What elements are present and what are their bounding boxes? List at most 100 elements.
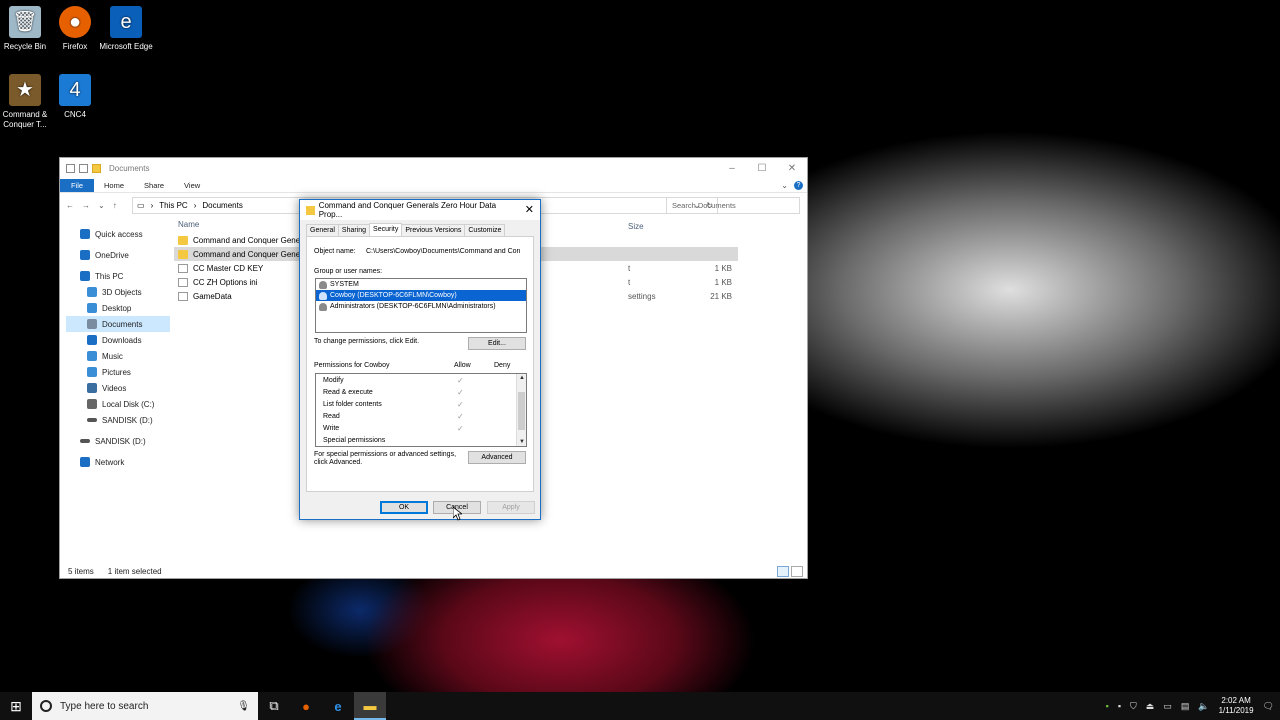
desktop-icon-cnc4[interactable]: 4 CNC4	[45, 74, 105, 120]
pc-icon	[80, 271, 90, 281]
tab-share[interactable]: Share	[134, 179, 174, 192]
file-type: t	[628, 263, 631, 273]
nav-item-music[interactable]: Music	[66, 348, 170, 364]
taskbar-search[interactable]: Type here to search 🎙	[32, 692, 258, 720]
nav-item-sandisk[interactable]: SANDISK (D:)	[66, 433, 170, 449]
advanced-button[interactable]: Advanced	[468, 451, 526, 464]
edge-taskbar-icon[interactable]: e	[322, 692, 354, 720]
nav-item-videos[interactable]: Videos	[66, 380, 170, 396]
cancel-button[interactable]: Cancel	[433, 501, 481, 514]
file-explorer-taskbar-icon[interactable]: ▬	[354, 692, 386, 720]
permission-row: List folder contents ✓	[316, 398, 526, 410]
help-icon[interactable]: ?	[794, 181, 803, 190]
edit-button[interactable]: Edit...	[468, 337, 526, 350]
taskbar: ⊞ Type here to search 🎙 ⧉ ● e ▬ ▪ ▪ ⛉ ⏏ …	[0, 692, 1280, 720]
scroll-up-icon[interactable]: ▲	[517, 375, 527, 381]
breadcrumb-documents[interactable]: Documents	[202, 201, 242, 210]
large-icons-view-icon[interactable]	[791, 566, 803, 577]
desktop-icon-edge[interactable]: e Microsoft Edge	[96, 6, 156, 52]
nav-item-label: Videos	[102, 383, 127, 393]
volume-icon[interactable]: 🔈	[1198, 701, 1209, 712]
document-icon	[178, 291, 188, 301]
tab-file[interactable]: File	[60, 179, 94, 192]
permissions-scrollbar[interactable]: ▲ ▼	[516, 374, 526, 446]
breadcrumb-this-pc[interactable]: This PC	[159, 201, 187, 210]
battery-tray-icon[interactable]: ▭	[1163, 701, 1172, 712]
nav-item-label: SANDISK (D:)	[95, 436, 146, 446]
pictures-icon	[87, 367, 97, 377]
nav-item-label: OneDrive	[95, 250, 129, 260]
user-name: Cowboy (DESKTOP-6C6FLMN\Cowboy)	[330, 292, 457, 299]
file-name: GameData	[193, 291, 232, 301]
folder-icon	[178, 235, 188, 245]
object-name-label: Object name:	[314, 248, 356, 255]
nav-item-desktop[interactable]: Desktop	[66, 300, 170, 316]
expand-ribbon-icon[interactable]: ⌄	[781, 181, 788, 190]
close-button[interactable]: ✕	[777, 163, 807, 174]
tab-home[interactable]: Home	[94, 179, 134, 192]
recent-locations-icon[interactable]: ⌄	[98, 201, 105, 210]
nvidia-tray-icon[interactable]: ▪	[1118, 701, 1121, 711]
status-bar: 5 items 1 item selected	[68, 567, 162, 576]
videos-icon	[87, 383, 97, 393]
check-icon: ✓	[457, 399, 464, 409]
command-conquer-icon: ★	[9, 74, 41, 106]
permission-label: Read & execute	[323, 388, 373, 396]
shield-tray-icon[interactable]: ⛉	[1130, 701, 1137, 712]
deny-header: Deny	[494, 362, 511, 369]
task-view-button[interactable]: ⧉	[258, 692, 290, 720]
column-header-size[interactable]: Size	[628, 222, 644, 231]
start-button[interactable]: ⊞	[0, 692, 32, 720]
up-icon[interactable]: ↑	[113, 201, 117, 210]
nav-item-network[interactable]: Network	[66, 454, 170, 470]
nav-item-pictures[interactable]: Pictures	[66, 364, 170, 380]
file-size: 21 KB	[710, 291, 732, 301]
list-item[interactable]: SYSTEM	[316, 279, 526, 290]
nav-item-local-disk[interactable]: Local Disk (C:)	[66, 396, 170, 412]
scroll-down-icon[interactable]: ▼	[517, 439, 527, 445]
nav-item-onedrive[interactable]: OneDrive	[66, 247, 170, 263]
nav-item-label: SANDISK (D:)	[102, 415, 153, 425]
change-permissions-text: To change permissions, click Edit.	[314, 338, 420, 345]
back-icon[interactable]: ←	[66, 201, 74, 210]
search-input[interactable]: Search Documents	[666, 197, 800, 214]
minimize-button[interactable]: –	[717, 163, 747, 174]
tab-security[interactable]: Security	[369, 223, 403, 237]
edge-icon: e	[110, 6, 142, 38]
permission-label: List folder contents	[323, 400, 382, 408]
folder-icon	[306, 205, 315, 215]
list-item[interactable]: Administrators (DESKTOP-6C6FLMN\Administ…	[316, 301, 526, 312]
dialog-close-button[interactable]: ✕	[519, 200, 540, 220]
ok-button[interactable]: OK	[380, 501, 428, 514]
apply-button[interactable]: Apply	[487, 501, 535, 514]
permissions-for-label: Permissions for Cowboy	[314, 362, 390, 369]
checkbox-icon[interactable]	[79, 164, 88, 173]
quick-access-toolbar	[66, 164, 101, 173]
allow-header: Allow	[454, 362, 471, 369]
app-tray-icon[interactable]: ▪	[1106, 701, 1109, 711]
nav-item-documents[interactable]: Documents	[66, 316, 170, 332]
clock-time: 2:02 AM	[1221, 696, 1251, 705]
properties-icon[interactable]	[66, 164, 75, 173]
column-header-label: Name	[178, 220, 200, 229]
nav-item-3d-objects[interactable]: 3D Objects	[66, 284, 170, 300]
clock[interactable]: 2:02 AM 1/11/2019	[1219, 696, 1254, 716]
nav-item-label: Downloads	[102, 335, 142, 345]
size-column: Size t 1 KB t 1 KB settings 21 KB	[626, 220, 738, 303]
list-item[interactable]: Cowboy (DESKTOP-6C6FLMN\Cowboy)	[316, 290, 526, 301]
folder-icon[interactable]	[92, 164, 101, 173]
forward-icon[interactable]: →	[82, 201, 90, 210]
firefox-taskbar-icon[interactable]: ●	[290, 692, 322, 720]
microphone-icon[interactable]: 🎙	[237, 701, 250, 712]
nav-item-this-pc[interactable]: This PC	[66, 268, 170, 284]
maximize-button[interactable]: ☐	[747, 163, 777, 174]
nav-item-quick-access[interactable]: Quick access	[66, 226, 170, 242]
nav-item-sandisk-sub[interactable]: SANDISK (D:)	[66, 412, 170, 428]
network-tray-icon[interactable]: ▤	[1181, 701, 1190, 712]
details-view-icon[interactable]	[777, 566, 789, 577]
scrollbar-thumb[interactable]	[518, 392, 525, 430]
usb-tray-icon[interactable]: ⏏	[1146, 701, 1155, 712]
notifications-icon[interactable]: 🗨	[1263, 701, 1274, 712]
tab-view[interactable]: View	[174, 179, 210, 192]
nav-item-downloads[interactable]: Downloads	[66, 332, 170, 348]
